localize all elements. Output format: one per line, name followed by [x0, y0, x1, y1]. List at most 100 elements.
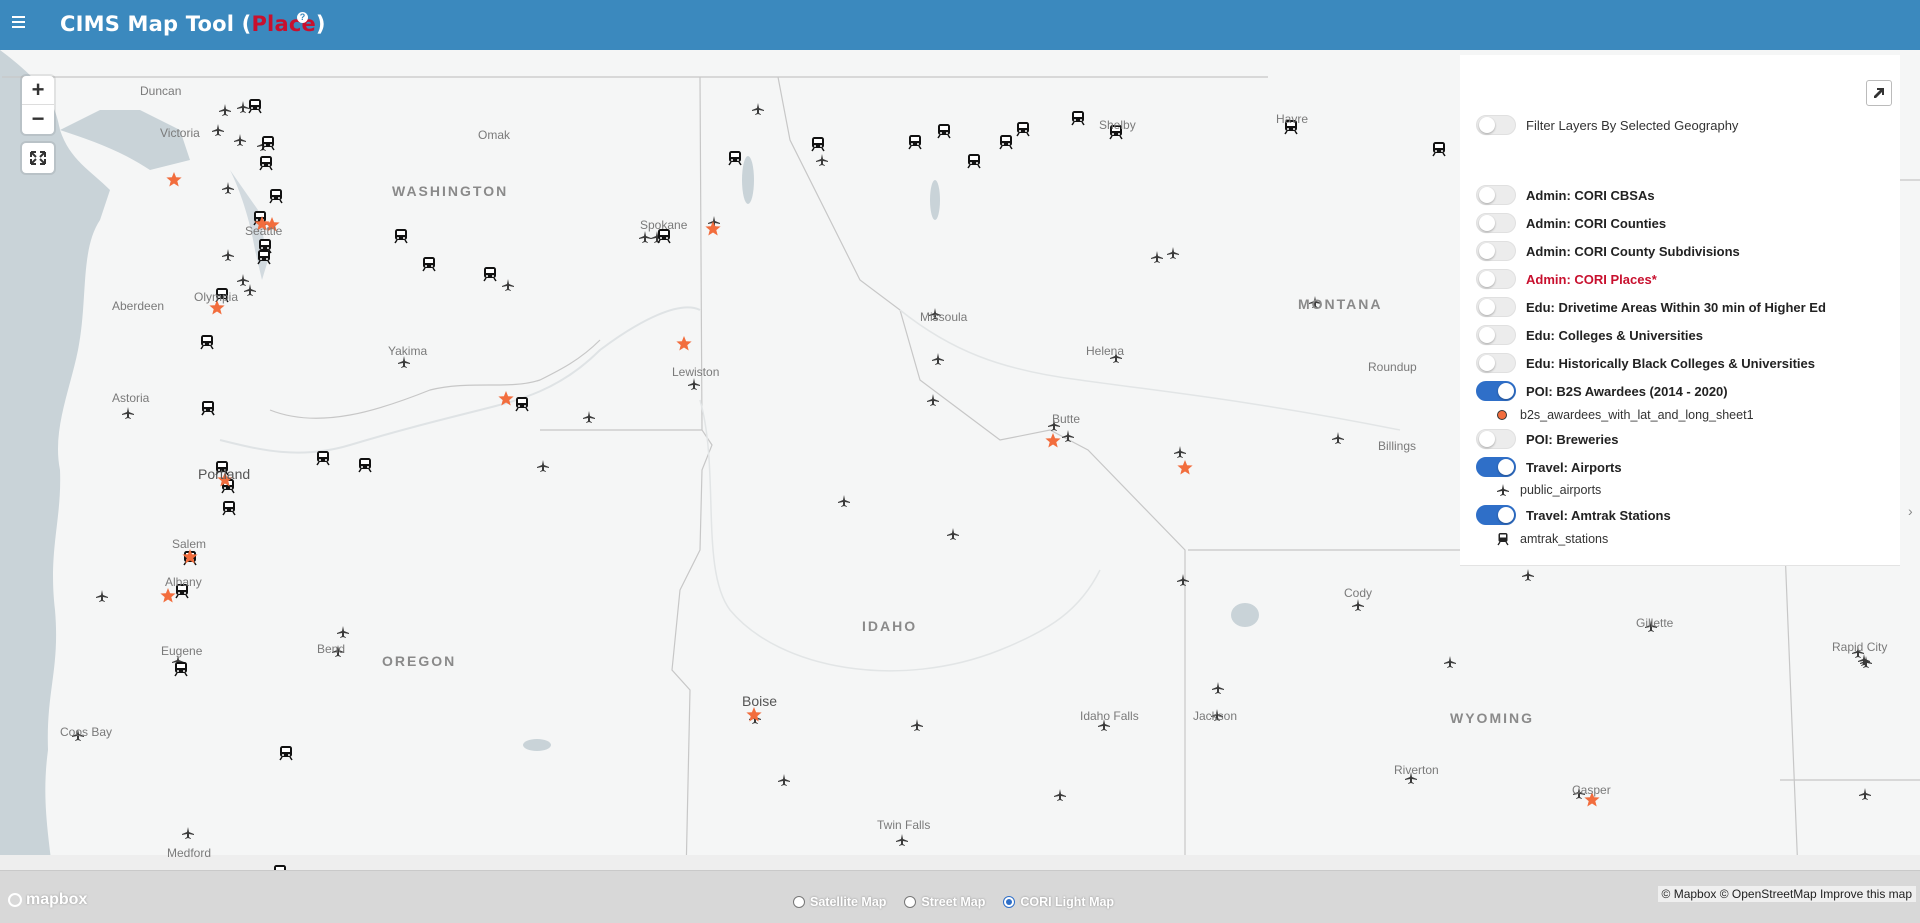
airport-marker[interactable]	[896, 834, 908, 846]
airport-marker[interactable]	[237, 274, 249, 286]
amtrak-marker[interactable]	[259, 156, 273, 171]
airport-marker[interactable]	[947, 528, 959, 540]
layer-row-breweries[interactable]: POI: Breweries	[1476, 429, 1619, 449]
amtrak-marker[interactable]	[1016, 122, 1030, 137]
hamburger-icon[interactable]	[12, 13, 30, 31]
amtrak-marker[interactable]	[261, 136, 275, 151]
amtrak-marker[interactable]	[811, 137, 825, 152]
layer-row-cbsas[interactable]: Admin: CORI CBSAs	[1476, 185, 1655, 205]
radio-satellite[interactable]	[793, 896, 805, 908]
airport-marker[interactable]	[122, 407, 134, 419]
zoom-in-button[interactable]: +	[22, 76, 54, 105]
amtrak-marker[interactable]	[1071, 111, 1085, 126]
airport-marker[interactable]	[337, 626, 349, 638]
map-attribution[interactable]: © Mapbox © OpenStreetMap Improve this ma…	[1657, 886, 1916, 902]
layer-row-amtrak[interactable]: Travel: Amtrak Stations	[1476, 505, 1671, 525]
amtrak-marker[interactable]	[483, 267, 497, 282]
collapse-legend-button[interactable]	[1866, 80, 1892, 106]
layer-toggle-counties[interactable]	[1476, 213, 1516, 233]
layer-toggle-amtrak[interactable]	[1476, 505, 1516, 525]
airport-marker[interactable]	[212, 124, 224, 136]
airport-marker[interactable]	[1151, 251, 1163, 263]
amtrak-marker[interactable]	[999, 135, 1013, 150]
basemap-option-satellite[interactable]: Satellite Map	[793, 895, 886, 909]
airport-marker[interactable]	[537, 460, 549, 472]
amtrak-marker[interactable]	[248, 99, 262, 114]
airport-marker[interactable]	[222, 249, 234, 261]
b2s-awardee-marker[interactable]	[1177, 460, 1193, 475]
airport-marker[interactable]	[639, 231, 651, 243]
layer-toggle-airports[interactable]	[1476, 457, 1516, 477]
amtrak-marker[interactable]	[222, 501, 236, 516]
basemap-option-street[interactable]: Street Map	[904, 895, 985, 909]
filter-geography-row[interactable]: Filter Layers By Selected Geography	[1476, 115, 1738, 135]
layer-toggle-places[interactable]	[1476, 269, 1516, 289]
b2s-awardee-marker[interactable]	[676, 336, 692, 351]
airport-marker[interactable]	[502, 279, 514, 291]
chevron-right-icon[interactable]: ›	[1908, 503, 1913, 519]
b2s-awardee-marker[interactable]	[1045, 433, 1061, 448]
amtrak-marker[interactable]	[316, 451, 330, 466]
layer-toggle-cbsas[interactable]	[1476, 185, 1516, 205]
layer-toggle-colleges[interactable]	[1476, 325, 1516, 345]
airport-marker[interactable]	[1332, 432, 1344, 444]
help-icon[interactable]: ?	[297, 12, 308, 23]
airport-marker[interactable]	[237, 101, 249, 113]
layer-row-airports[interactable]: Travel: Airports	[1476, 457, 1622, 477]
layer-row-drivetime[interactable]: Edu: Drivetime Areas Within 30 min of Hi…	[1476, 297, 1826, 317]
layer-row-hbcu[interactable]: Edu: Historically Black Colleges & Unive…	[1476, 353, 1815, 373]
radio-cori-light[interactable]	[1003, 896, 1016, 908]
airport-marker[interactable]	[911, 719, 923, 731]
radio-street[interactable]	[904, 896, 917, 908]
airport-marker[interactable]	[1444, 656, 1456, 668]
basemap-option-cori-light[interactable]: CORI Light Map	[1003, 895, 1114, 909]
amtrak-marker[interactable]	[200, 335, 214, 350]
layer-toggle-b2s[interactable]	[1476, 381, 1516, 401]
amtrak-marker[interactable]	[908, 135, 922, 150]
airport-marker[interactable]	[219, 104, 231, 116]
layer-row-counties[interactable]: Admin: CORI Counties	[1476, 213, 1666, 233]
airport-marker[interactable]	[182, 827, 194, 839]
airport-marker[interactable]	[1062, 430, 1074, 442]
airport-marker[interactable]	[1054, 789, 1066, 801]
airport-marker[interactable]	[932, 353, 944, 365]
airport-marker[interactable]	[583, 411, 595, 423]
amtrak-marker[interactable]	[515, 397, 529, 412]
fullscreen-button[interactable]	[22, 143, 54, 173]
amtrak-marker[interactable]	[967, 154, 981, 169]
layer-toggle-county-subdivisions[interactable]	[1476, 241, 1516, 261]
airport-marker[interactable]	[1167, 247, 1179, 259]
layer-row-places[interactable]: Admin: CORI Places*	[1476, 269, 1657, 289]
amtrak-marker[interactable]	[728, 151, 742, 166]
airport-marker[interactable]	[1212, 682, 1224, 694]
airport-marker[interactable]	[1352, 599, 1364, 611]
airport-marker[interactable]	[1859, 788, 1871, 800]
b2s-awardee-marker[interactable]	[166, 172, 182, 187]
airport-marker[interactable]	[1177, 574, 1189, 586]
amtrak-marker[interactable]	[174, 662, 188, 677]
layer-toggle-breweries[interactable]	[1476, 429, 1516, 449]
layer-toggle-drivetime[interactable]	[1476, 297, 1516, 317]
amtrak-marker[interactable]	[279, 746, 293, 761]
filter-geography-toggle[interactable]	[1476, 115, 1516, 135]
airport-marker[interactable]	[1522, 569, 1534, 581]
layer-row-b2s[interactable]: POI: B2S Awardees (2014 - 2020)	[1476, 381, 1728, 401]
layer-row-county-subdivisions[interactable]: Admin: CORI County Subdivisions	[1476, 241, 1740, 261]
amtrak-marker[interactable]	[1432, 142, 1446, 157]
layer-row-colleges[interactable]: Edu: Colleges & Universities	[1476, 325, 1703, 345]
airport-marker[interactable]	[927, 394, 939, 406]
b2s-awardee-marker[interactable]	[160, 588, 176, 603]
airport-marker[interactable]	[1860, 656, 1872, 668]
airport-marker[interactable]	[222, 182, 234, 194]
airport-marker[interactable]	[1858, 654, 1870, 666]
amtrak-marker[interactable]	[269, 189, 283, 204]
airport-marker[interactable]	[816, 154, 828, 166]
airport-marker[interactable]	[778, 774, 790, 786]
airport-marker[interactable]	[688, 378, 700, 390]
airport-marker[interactable]	[838, 495, 850, 507]
airport-marker[interactable]	[234, 134, 246, 146]
zoom-out-button[interactable]: −	[22, 105, 54, 134]
airport-marker[interactable]	[1174, 446, 1186, 458]
amtrak-marker[interactable]	[937, 124, 951, 139]
airport-marker[interactable]	[752, 103, 764, 115]
